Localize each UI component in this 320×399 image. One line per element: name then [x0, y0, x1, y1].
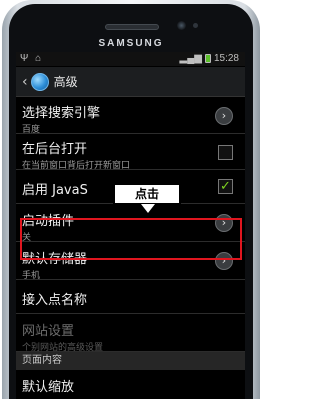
proximity-sensor: [193, 23, 198, 28]
callout-arrow: [141, 204, 155, 213]
screen: Ψ ⌂ ▂▄▆ 15:28 ‹ 高级 选择搜索引擎 百度 › 在后台打开 在当前…: [16, 52, 245, 399]
brand-logo: SAMSUNG: [98, 38, 164, 49]
setting-search-engine[interactable]: 选择搜索引擎 百度 ›: [16, 98, 245, 135]
setting-label: 接入点名称: [22, 293, 88, 308]
setting-value: 个别网站的高级设置: [22, 343, 104, 353]
status-bar: Ψ ⌂ ▂▄▆ 15:28: [16, 52, 245, 66]
callout-label: 点击: [113, 183, 181, 205]
setting-default-zoom[interactable]: 默认缩放: [16, 370, 245, 399]
front-camera: [177, 21, 186, 30]
setting-label: 在后台打开: [22, 142, 88, 157]
title-bar[interactable]: ‹ 高级: [16, 67, 245, 97]
setting-access-point-name[interactable]: 接入点名称: [16, 280, 245, 314]
back-icon[interactable]: ‹: [22, 74, 28, 90]
chevron-right-icon[interactable]: ›: [215, 107, 233, 125]
battery-icon: [204, 54, 211, 63]
status-left-icons: Ψ ⌂: [20, 53, 44, 64]
setting-open-in-background[interactable]: 在后台打开 在当前窗口背后打开新窗口: [16, 134, 245, 171]
status-right: ▂▄▆ 15:28: [180, 53, 240, 64]
section-header: 页面内容: [16, 352, 245, 370]
checkbox-checked[interactable]: ✓: [218, 179, 233, 194]
browser-globe-icon: [30, 72, 49, 91]
setting-website-settings: 网站设置 个别网站的高级设置: [16, 314, 245, 353]
setting-label: 选择搜索引擎: [22, 106, 101, 121]
earpiece: [105, 24, 159, 30]
setting-label: 默认缩放: [22, 380, 75, 395]
setting-label: 网站设置: [22, 324, 75, 339]
checkbox-unchecked[interactable]: [218, 145, 233, 160]
page-title: 高级: [53, 75, 78, 89]
highlight-box: [20, 218, 242, 260]
signal-icon: ▂▄▆: [179, 53, 202, 64]
clock: 15:28: [213, 53, 239, 64]
